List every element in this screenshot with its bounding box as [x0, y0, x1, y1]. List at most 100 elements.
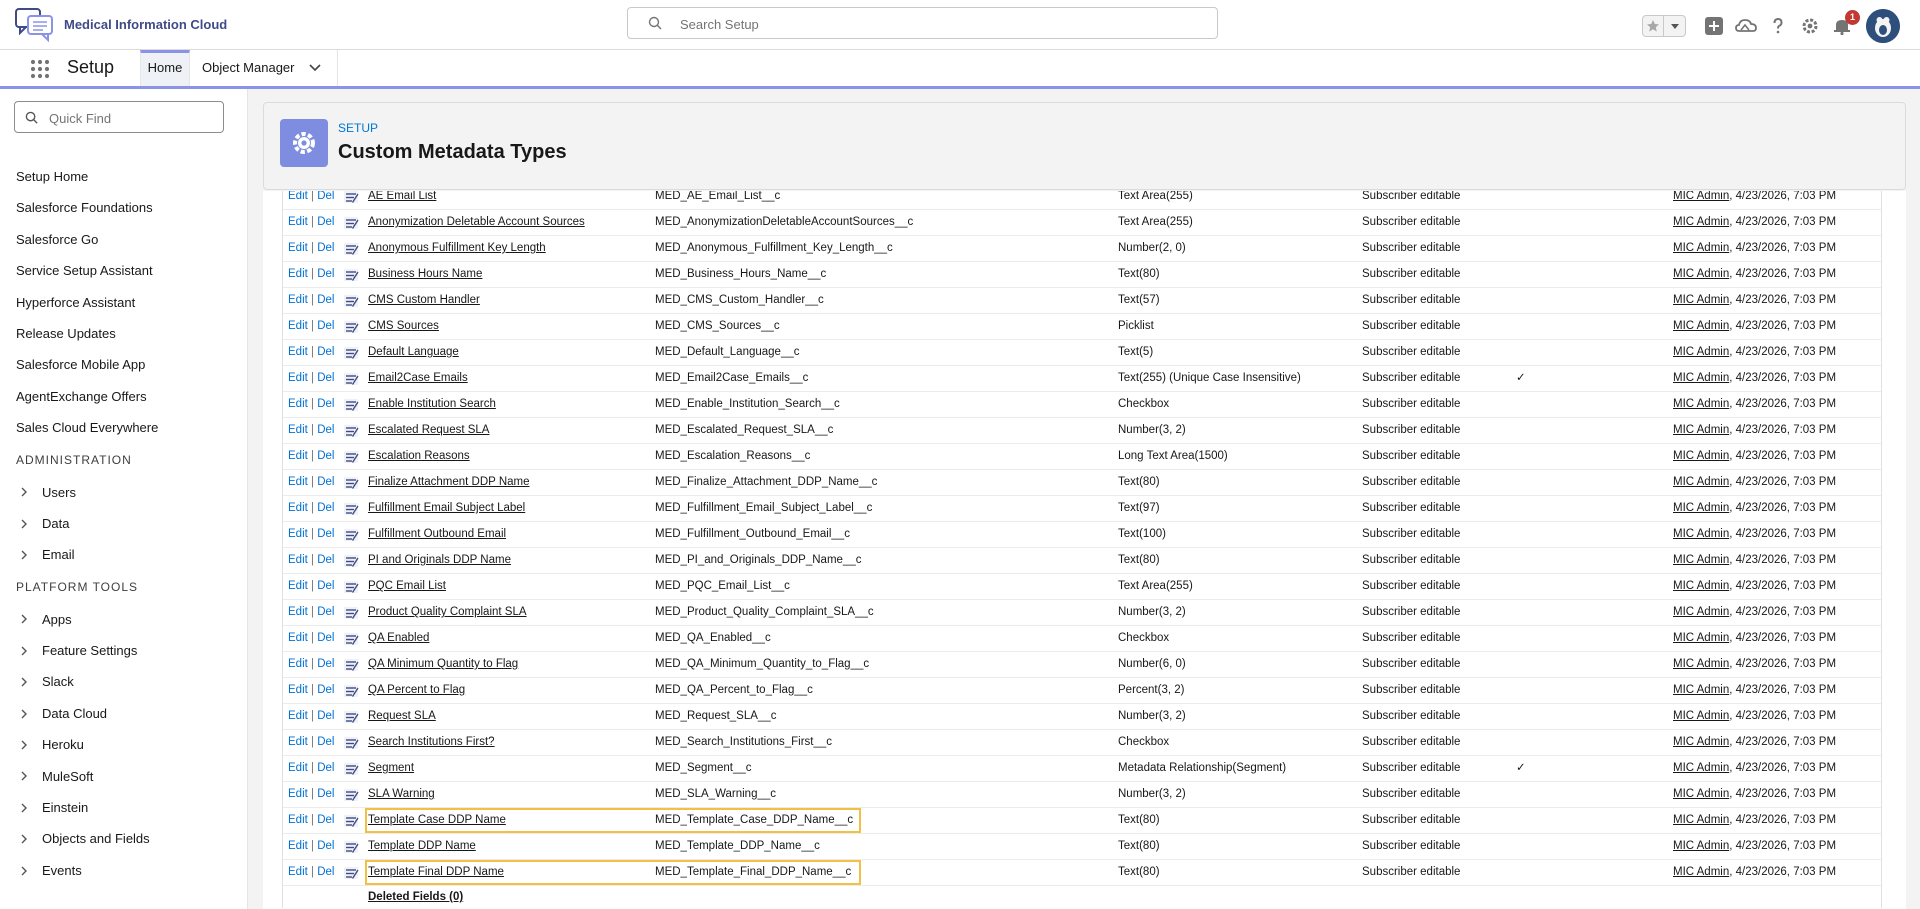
edit-link[interactable]: Edit — [288, 866, 308, 878]
del-link[interactable]: Del — [317, 710, 334, 722]
favorites-list-button[interactable] — [1664, 15, 1686, 37]
brand-logo[interactable]: Medical Information Cloud — [14, 6, 227, 42]
modified-by-user-link[interactable]: MIC Admin — [1673, 606, 1729, 618]
sidebar-item-events[interactable]: Events — [0, 855, 247, 886]
notifications-button[interactable]: 1 — [1830, 10, 1860, 38]
del-link[interactable]: Del — [317, 736, 334, 748]
field-label-link[interactable]: Search Institutions First? — [368, 730, 495, 755]
sidebar-item-email[interactable]: Email — [0, 539, 247, 570]
field-label-link[interactable]: Escalated Request SLA — [368, 418, 489, 443]
del-link[interactable]: Del — [317, 502, 334, 514]
field-label-link[interactable]: SLA Warning — [368, 782, 435, 807]
sidebar-item-einstein[interactable]: Einstein — [0, 792, 247, 823]
modified-by-user-link[interactable]: MIC Admin — [1673, 528, 1729, 540]
edit-link[interactable]: Edit — [288, 658, 308, 670]
search-setup-input[interactable] — [678, 13, 1202, 35]
sidebar-item-mulesoft[interactable]: MuleSoft — [0, 761, 247, 792]
del-link[interactable]: Del — [317, 191, 334, 202]
edit-link[interactable]: Edit — [288, 554, 308, 566]
sidebar-item-setup-home[interactable]: Setup Home — [0, 161, 247, 192]
field-label-link[interactable]: QA Percent to Flag — [368, 678, 465, 703]
edit-link[interactable]: Edit — [288, 736, 308, 748]
modified-by-user-link[interactable]: MIC Admin — [1673, 476, 1729, 488]
edit-link[interactable]: Edit — [288, 788, 308, 800]
sidebar-item-apps[interactable]: Apps — [0, 604, 247, 635]
help-button[interactable] — [1766, 14, 1790, 38]
field-label-link[interactable]: Finalize Attachment DDP Name — [368, 470, 530, 495]
sidebar-item-salesforce-foundations[interactable]: Salesforce Foundations — [0, 192, 247, 223]
field-label-link[interactable]: Default Language — [368, 340, 459, 365]
field-label-link[interactable]: Business Hours Name — [368, 262, 482, 287]
field-label-link[interactable]: Segment — [368, 756, 414, 781]
sidebar-item-salesforce-go[interactable]: Salesforce Go — [0, 224, 247, 255]
edit-link[interactable]: Edit — [288, 450, 308, 462]
edit-link[interactable]: Edit — [288, 191, 308, 202]
modified-by-user-link[interactable]: MIC Admin — [1673, 294, 1729, 306]
del-link[interactable]: Del — [317, 606, 334, 618]
user-avatar[interactable] — [1866, 9, 1900, 43]
sidebar-item-data-cloud[interactable]: Data Cloud — [0, 698, 247, 729]
del-link[interactable]: Del — [317, 320, 334, 332]
modified-by-user-link[interactable]: MIC Admin — [1673, 580, 1729, 592]
favorite-star-button[interactable] — [1642, 15, 1664, 37]
edit-link[interactable]: Edit — [288, 580, 308, 592]
del-link[interactable]: Del — [317, 528, 334, 540]
modified-by-user-link[interactable]: MIC Admin — [1673, 840, 1729, 852]
del-link[interactable]: Del — [317, 346, 334, 358]
del-link[interactable]: Del — [317, 476, 334, 488]
global-search[interactable] — [627, 7, 1218, 39]
sidebar-item-data[interactable]: Data — [0, 508, 247, 539]
trailhead-button[interactable] — [1734, 14, 1758, 38]
edit-link[interactable]: Edit — [288, 346, 308, 358]
edit-link[interactable]: Edit — [288, 528, 308, 540]
modified-by-user-link[interactable]: MIC Admin — [1673, 788, 1729, 800]
edit-link[interactable]: Edit — [288, 684, 308, 696]
quick-find-box[interactable] — [14, 101, 224, 133]
chevron-down-icon[interactable] — [309, 64, 321, 72]
quick-find-input[interactable] — [47, 107, 221, 129]
sidebar-item-sales-cloud-everywhere[interactable]: Sales Cloud Everywhere — [0, 412, 247, 443]
modified-by-user-link[interactable]: MIC Admin — [1673, 450, 1729, 462]
del-link[interactable]: Del — [317, 554, 334, 566]
edit-link[interactable]: Edit — [288, 242, 308, 254]
field-label-link[interactable]: Enable Institution Search — [368, 392, 496, 417]
modified-by-user-link[interactable]: MIC Admin — [1673, 191, 1729, 202]
sidebar-item-users[interactable]: Users — [0, 477, 247, 508]
del-link[interactable]: Del — [317, 450, 334, 462]
app-launcher-button[interactable] — [30, 59, 50, 84]
modified-by-user-link[interactable]: MIC Admin — [1673, 398, 1729, 410]
edit-link[interactable]: Edit — [288, 476, 308, 488]
sidebar-item-release-updates[interactable]: Release Updates — [0, 318, 247, 349]
modified-by-user-link[interactable]: MIC Admin — [1673, 658, 1729, 670]
tab-object-manager[interactable]: Object Manager — [190, 50, 338, 86]
modified-by-user-link[interactable]: MIC Admin — [1673, 268, 1729, 280]
edit-link[interactable]: Edit — [288, 710, 308, 722]
del-link[interactable]: Del — [317, 866, 334, 878]
modified-by-user-link[interactable]: MIC Admin — [1673, 632, 1729, 644]
modified-by-user-link[interactable]: MIC Admin — [1673, 424, 1729, 436]
field-label-link[interactable]: Anonymous Fulfillment Key Length — [368, 236, 546, 261]
edit-link[interactable]: Edit — [288, 372, 308, 384]
global-actions-button[interactable] — [1702, 14, 1726, 38]
field-label-link[interactable]: Escalation Reasons — [368, 444, 470, 469]
modified-by-user-link[interactable]: MIC Admin — [1673, 372, 1729, 384]
deleted-fields-link[interactable]: Deleted Fields (0) — [283, 886, 1881, 908]
field-label-link[interactable]: Fulfillment Outbound Email — [368, 522, 506, 547]
del-link[interactable]: Del — [317, 216, 334, 228]
modified-by-user-link[interactable]: MIC Admin — [1673, 710, 1729, 722]
modified-by-user-link[interactable]: MIC Admin — [1673, 216, 1729, 228]
sidebar-item-feature-settings[interactable]: Feature Settings — [0, 635, 247, 666]
modified-by-user-link[interactable]: MIC Admin — [1673, 502, 1729, 514]
sidebar-item-hyperforce-assistant[interactable]: Hyperforce Assistant — [0, 287, 247, 318]
modified-by-user-link[interactable]: MIC Admin — [1673, 346, 1729, 358]
del-link[interactable]: Del — [317, 268, 334, 280]
del-link[interactable]: Del — [317, 580, 334, 592]
edit-link[interactable]: Edit — [288, 606, 308, 618]
field-label-link[interactable]: Email2Case Emails — [368, 366, 468, 391]
field-label-link[interactable]: Request SLA — [368, 704, 436, 729]
field-label-link[interactable]: Anonymization Deletable Account Sources — [368, 210, 585, 235]
modified-by-user-link[interactable]: MIC Admin — [1673, 736, 1729, 748]
edit-link[interactable]: Edit — [288, 814, 308, 826]
del-link[interactable]: Del — [317, 788, 334, 800]
modified-by-user-link[interactable]: MIC Admin — [1673, 684, 1729, 696]
